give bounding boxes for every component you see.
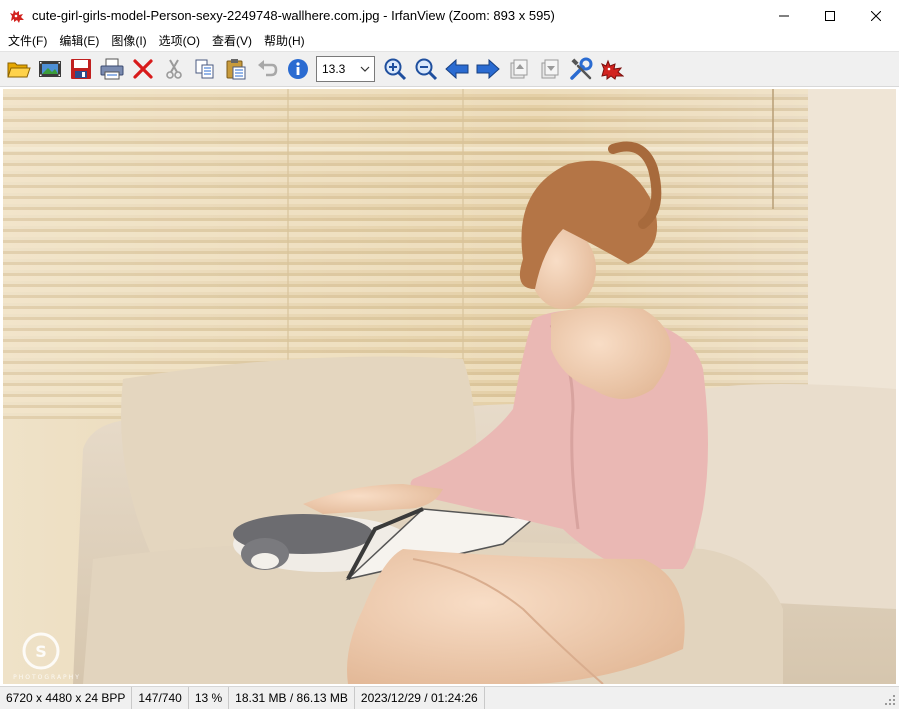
menu-help[interactable]: 帮助(H) bbox=[258, 31, 311, 51]
next-arrow-icon bbox=[476, 59, 500, 79]
title-bar[interactable]: cute-girl-girls-model-Person-sexy-224974… bbox=[0, 0, 899, 31]
irfanview-app-icon[interactable] bbox=[9, 8, 25, 24]
toolbar: 13.3 bbox=[0, 51, 899, 87]
tools-icon bbox=[569, 57, 592, 80]
resize-grip-icon[interactable] bbox=[884, 694, 896, 706]
maximize-button[interactable] bbox=[807, 0, 853, 31]
image-viewer[interactable]: S PHOTOGRAPHY bbox=[3, 89, 896, 684]
photo-image: S PHOTOGRAPHY bbox=[3, 89, 896, 684]
undo-button[interactable] bbox=[251, 54, 282, 84]
zoom-in-button[interactable] bbox=[379, 54, 410, 84]
minimize-button[interactable] bbox=[761, 0, 807, 31]
watermark-text: PHOTOGRAPHY bbox=[13, 674, 81, 681]
maximize-icon bbox=[825, 10, 835, 21]
save-icon bbox=[70, 59, 91, 79]
status-bar: 6720 x 4480 x 24 BPP 147/740 13 % 18.31 … bbox=[0, 686, 899, 709]
copy-button[interactable] bbox=[189, 54, 220, 84]
about-cat-icon bbox=[600, 59, 624, 80]
menu-view[interactable]: 查看(V) bbox=[206, 31, 258, 51]
page-up-button[interactable] bbox=[503, 54, 534, 84]
menu-edit[interactable]: 编辑(E) bbox=[53, 31, 105, 51]
zoom-out-icon bbox=[415, 58, 437, 81]
print-button[interactable] bbox=[96, 54, 127, 84]
status-dimensions: 6720 x 4480 x 24 BPP bbox=[0, 686, 133, 709]
paste-button[interactable] bbox=[220, 54, 251, 84]
svg-text:S: S bbox=[35, 642, 47, 661]
slideshow-icon bbox=[38, 61, 61, 77]
menu-options[interactable]: 选项(O) bbox=[153, 31, 206, 51]
close-icon bbox=[871, 10, 881, 21]
minimize-icon bbox=[779, 15, 789, 16]
save-button[interactable] bbox=[65, 54, 96, 84]
open-button[interactable] bbox=[3, 54, 34, 84]
previous-button[interactable] bbox=[441, 54, 472, 84]
paste-icon bbox=[226, 59, 245, 80]
page-down-button[interactable] bbox=[534, 54, 565, 84]
print-icon bbox=[100, 58, 123, 80]
close-button[interactable] bbox=[853, 0, 899, 31]
undo-icon bbox=[257, 60, 277, 77]
status-file-position: 147/740 bbox=[132, 686, 189, 709]
window-title: cute-girl-girls-model-Person-sexy-224974… bbox=[32, 8, 555, 23]
cut-button[interactable] bbox=[158, 54, 189, 84]
menu-file[interactable]: 文件(F) bbox=[2, 31, 53, 51]
status-zoom: 13 % bbox=[189, 686, 230, 709]
open-folder-icon bbox=[6, 62, 31, 78]
chevron-down-icon bbox=[360, 66, 370, 72]
info-icon bbox=[287, 59, 308, 79]
status-memory: 18.31 MB / 86.13 MB bbox=[229, 686, 355, 709]
next-button[interactable] bbox=[472, 54, 503, 84]
properties-button[interactable] bbox=[565, 54, 596, 84]
copy-icon bbox=[195, 59, 213, 79]
zoom-combobox[interactable]: 13.3 bbox=[316, 56, 375, 82]
cut-icon bbox=[165, 59, 182, 79]
info-button[interactable] bbox=[282, 54, 313, 84]
zoom-out-button[interactable] bbox=[410, 54, 441, 84]
slideshow-button[interactable] bbox=[34, 54, 65, 84]
menu-bar: 文件(F) 编辑(E) 图像(I) 选项(O) 查看(V) 帮助(H) bbox=[0, 31, 899, 51]
previous-arrow-icon bbox=[444, 59, 468, 79]
zoom-in-icon bbox=[384, 58, 406, 81]
page-up-icon bbox=[510, 59, 527, 79]
about-button[interactable] bbox=[596, 54, 627, 84]
page-down-icon bbox=[541, 59, 558, 79]
zoom-value: 13.3 bbox=[322, 62, 346, 76]
delete-button[interactable] bbox=[127, 54, 158, 84]
delete-icon bbox=[132, 59, 153, 79]
status-datetime: 2023/12/29 / 01:24:26 bbox=[355, 686, 485, 709]
menu-image[interactable]: 图像(I) bbox=[105, 31, 152, 51]
